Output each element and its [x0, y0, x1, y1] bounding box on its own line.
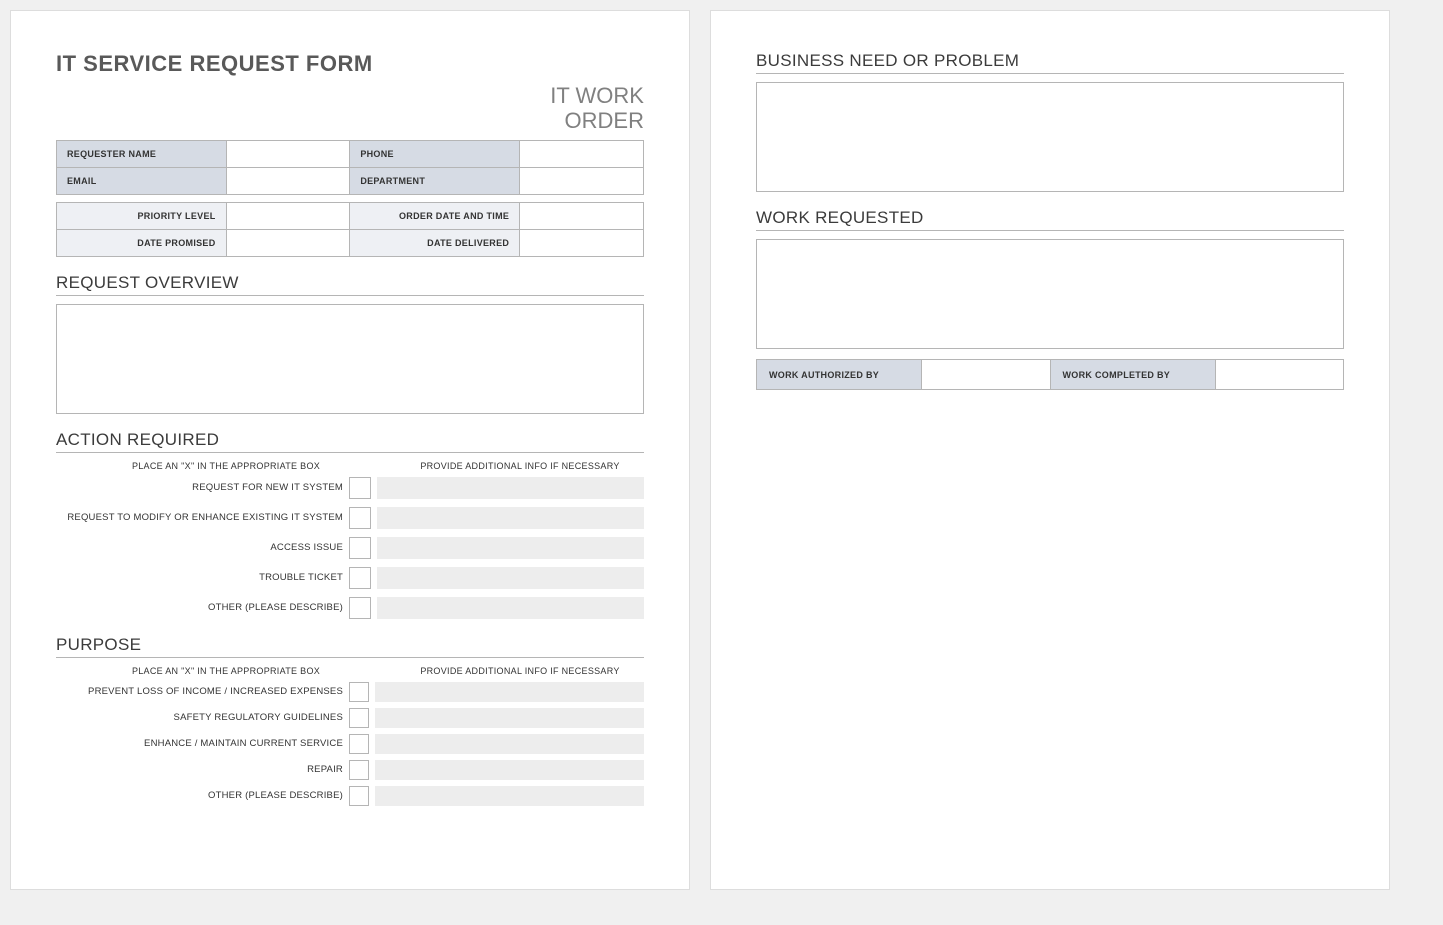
purpose-checkbox[interactable] [349, 760, 369, 780]
order-date-label: ORDER DATE AND TIME [350, 202, 520, 229]
order-date-field[interactable] [520, 202, 644, 229]
phone-label: PHONE [350, 140, 520, 167]
work-completed-field[interactable] [1215, 360, 1344, 390]
purpose-row: SAFETY REGULATORY GUIDELINES [56, 708, 644, 728]
purpose-header: PLACE AN "X" IN THE APPROPRIATE BOX PROV… [56, 666, 644, 676]
purpose-row: PREVENT LOSS OF INCOME / INCREASED EXPEN… [56, 682, 644, 702]
department-label: DEPARTMENT [350, 167, 520, 194]
work-completed-label: WORK COMPLETED BY [1050, 360, 1215, 390]
requester-info-table: REQUESTER NAME PHONE EMAIL DEPARTMENT PR… [56, 140, 644, 257]
date-delivered-field[interactable] [520, 229, 644, 256]
request-overview-box[interactable] [56, 304, 644, 414]
date-delivered-label: DATE DELIVERED [350, 229, 520, 256]
purpose-rows: PREVENT LOSS OF INCOME / INCREASED EXPEN… [56, 682, 644, 806]
request-overview-heading: REQUEST OVERVIEW [56, 273, 644, 296]
action-checkbox[interactable] [349, 537, 371, 559]
purpose-info-field[interactable] [375, 734, 644, 754]
form-subtitle: IT WORK ORDER [56, 83, 644, 134]
purpose-checkbox[interactable] [349, 708, 369, 728]
purpose-checkbox[interactable] [349, 682, 369, 702]
purpose-row: ENHANCE / MAINTAIN CURRENT SERVICE [56, 734, 644, 754]
action-info-field[interactable] [377, 567, 644, 589]
business-need-heading: BUSINESS NEED OR PROBLEM [756, 51, 1344, 74]
purpose-row: OTHER (PLEASE DESCRIBE) [56, 786, 644, 806]
action-rows: REQUEST FOR NEW IT SYSTEM REQUEST TO MOD… [56, 477, 644, 619]
action-checkbox[interactable] [349, 477, 371, 499]
authorization-table: WORK AUTHORIZED BY WORK COMPLETED BY [756, 359, 1344, 390]
purpose-info-field[interactable] [375, 760, 644, 780]
action-row: ACCESS ISSUE [56, 537, 644, 559]
purpose-info-field[interactable] [375, 786, 644, 806]
action-info-field[interactable] [377, 537, 644, 559]
requester-name-field[interactable] [226, 140, 350, 167]
purpose-row: REPAIR [56, 760, 644, 780]
business-need-box[interactable] [756, 82, 1344, 192]
requester-name-label: REQUESTER NAME [57, 140, 227, 167]
action-checkbox[interactable] [349, 597, 371, 619]
phone-field[interactable] [520, 140, 644, 167]
page-right: BUSINESS NEED OR PROBLEM WORK REQUESTED … [710, 10, 1390, 890]
email-label: EMAIL [57, 167, 227, 194]
work-requested-box[interactable] [756, 239, 1344, 349]
work-authorized-field[interactable] [922, 360, 1051, 390]
action-info-field[interactable] [377, 597, 644, 619]
work-requested-heading: WORK REQUESTED [756, 208, 1344, 231]
department-field[interactable] [520, 167, 644, 194]
action-checkbox[interactable] [349, 567, 371, 589]
action-row: REQUEST TO MODIFY OR ENHANCE EXISTING IT… [56, 507, 644, 529]
action-header: PLACE AN "X" IN THE APPROPRIATE BOX PROV… [56, 461, 644, 471]
purpose-checkbox[interactable] [349, 786, 369, 806]
priority-field[interactable] [226, 202, 350, 229]
purpose-info-field[interactable] [375, 682, 644, 702]
action-row: REQUEST FOR NEW IT SYSTEM [56, 477, 644, 499]
action-checkbox[interactable] [349, 507, 371, 529]
action-row: OTHER (PLEASE DESCRIBE) [56, 597, 644, 619]
priority-label: PRIORITY LEVEL [57, 202, 227, 229]
form-title: IT SERVICE REQUEST FORM [56, 51, 644, 77]
purpose-info-field[interactable] [375, 708, 644, 728]
date-promised-field[interactable] [226, 229, 350, 256]
action-info-field[interactable] [377, 507, 644, 529]
action-row: TROUBLE TICKET [56, 567, 644, 589]
action-info-field[interactable] [377, 477, 644, 499]
date-promised-label: DATE PROMISED [57, 229, 227, 256]
email-field[interactable] [226, 167, 350, 194]
purpose-checkbox[interactable] [349, 734, 369, 754]
page-left: IT SERVICE REQUEST FORM IT WORK ORDER RE… [10, 10, 690, 890]
work-authorized-label: WORK AUTHORIZED BY [757, 360, 922, 390]
action-required-heading: ACTION REQUIRED [56, 430, 644, 453]
purpose-heading: PURPOSE [56, 635, 644, 658]
